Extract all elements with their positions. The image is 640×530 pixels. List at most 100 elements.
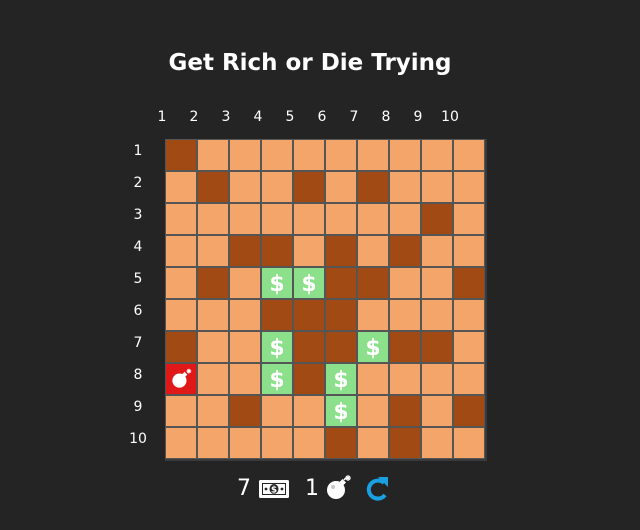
- board-cell-4-1[interactable]: [165, 235, 197, 267]
- board-cell-1-2[interactable]: [197, 139, 229, 171]
- row-label: 10: [129, 431, 147, 447]
- column-label: 3: [221, 109, 231, 125]
- board-cell-10-1[interactable]: [165, 427, 197, 459]
- banknote-icon: $: [258, 479, 290, 499]
- board-cell-7-10[interactable]: [453, 331, 485, 363]
- board-cell-10-9[interactable]: [421, 427, 453, 459]
- column-label: 6: [317, 109, 327, 125]
- restart-icon[interactable]: [364, 475, 390, 503]
- column-label: 10: [441, 109, 459, 125]
- board-cell-5-2: [197, 267, 229, 299]
- board-cell-9-5[interactable]: [293, 395, 325, 427]
- board-cell-3-2[interactable]: [197, 203, 229, 235]
- board-cell-1-8[interactable]: [389, 139, 421, 171]
- column-label: 5: [285, 109, 295, 125]
- board-cell-5-3[interactable]: [229, 267, 261, 299]
- board-cell-2-4[interactable]: [261, 171, 293, 203]
- board-cell-2-1[interactable]: [165, 171, 197, 203]
- board-cell-10-4[interactable]: [261, 427, 293, 459]
- board-cell-8-6: $: [325, 363, 357, 395]
- board-cell-3-6[interactable]: [325, 203, 357, 235]
- board-cell-1-6[interactable]: [325, 139, 357, 171]
- board-cell-5-7: [357, 267, 389, 299]
- board-cell-1-7[interactable]: [357, 139, 389, 171]
- board-cell-5-10: [453, 267, 485, 299]
- board-cell-8-8[interactable]: [389, 363, 421, 395]
- board-cell-6-10[interactable]: [453, 299, 485, 331]
- board-cell-1-4[interactable]: [261, 139, 293, 171]
- board-cell-2-9[interactable]: [421, 171, 453, 203]
- board-cell-6-8[interactable]: [389, 299, 421, 331]
- board-cell-1-9[interactable]: [421, 139, 453, 171]
- board-cell-9-7[interactable]: [357, 395, 389, 427]
- board-cell-3-1[interactable]: [165, 203, 197, 235]
- board-cell-3-10[interactable]: [453, 203, 485, 235]
- board-cell-6-7[interactable]: [357, 299, 389, 331]
- board-cell-3-3[interactable]: [229, 203, 261, 235]
- game-app: Get Rich or Die Trying 1 2 3 4 5 6 7 8 9 10 1 2 3 4 5…: [0, 0, 640, 530]
- dollar-icon: $: [267, 271, 287, 295]
- board-cell-8-7[interactable]: [357, 363, 389, 395]
- board-cell-7-5: [293, 331, 325, 363]
- board-cell-8-3[interactable]: [229, 363, 261, 395]
- board-cell-3-5[interactable]: [293, 203, 325, 235]
- row-label: 7: [133, 335, 143, 351]
- board-cell-2-3[interactable]: [229, 171, 261, 203]
- board-cell-8-9[interactable]: [421, 363, 453, 395]
- dollar-icon: $: [267, 335, 287, 359]
- svg-text:$: $: [269, 272, 284, 295]
- dollar-icon: $: [363, 335, 383, 359]
- board-cell-10-3[interactable]: [229, 427, 261, 459]
- board-cell-7-6: [325, 331, 357, 363]
- board-cell-7-2[interactable]: [197, 331, 229, 363]
- board-cell-10-10[interactable]: [453, 427, 485, 459]
- board-cell-3-9: [421, 203, 453, 235]
- board-cell-6-2[interactable]: [197, 299, 229, 331]
- board-cell-9-3: [229, 395, 261, 427]
- board-cell-4-5[interactable]: [293, 235, 325, 267]
- board-cell-9-8: [389, 395, 421, 427]
- board-cell-4-8: [389, 235, 421, 267]
- board-cell-10-2[interactable]: [197, 427, 229, 459]
- board-cell-2-10[interactable]: [453, 171, 485, 203]
- board-cell-1-10[interactable]: [453, 139, 485, 171]
- board-cell-2-2: [197, 171, 229, 203]
- row-label: 5: [133, 271, 143, 287]
- board-cell-4-9[interactable]: [421, 235, 453, 267]
- board-cell-2-7: [357, 171, 389, 203]
- board-cell-5-1[interactable]: [165, 267, 197, 299]
- board-cell-8-10[interactable]: [453, 363, 485, 395]
- board-cell-5-5: $: [293, 267, 325, 299]
- board-cell-6-1[interactable]: [165, 299, 197, 331]
- board-cell-10-7[interactable]: [357, 427, 389, 459]
- column-label: 4: [253, 109, 263, 125]
- board-cell-9-4[interactable]: [261, 395, 293, 427]
- board-cell-5-8[interactable]: [389, 267, 421, 299]
- board-cell-3-8[interactable]: [389, 203, 421, 235]
- board-cell-4-7[interactable]: [357, 235, 389, 267]
- board-cell-3-7[interactable]: [357, 203, 389, 235]
- board-cell-1-3[interactable]: [229, 139, 261, 171]
- board-cell-6-9[interactable]: [421, 299, 453, 331]
- board-cell-2-6[interactable]: [325, 171, 357, 203]
- board-cell-6-3[interactable]: [229, 299, 261, 331]
- board-cell-7-3[interactable]: [229, 331, 261, 363]
- svg-text:$: $: [333, 368, 348, 391]
- row-label: 8: [133, 367, 143, 383]
- board-cell-2-8[interactable]: [389, 171, 421, 203]
- board-cell-9-9[interactable]: [421, 395, 453, 427]
- board-cell-3-4[interactable]: [261, 203, 293, 235]
- board-cell-4-4: [261, 235, 293, 267]
- svg-text:$: $: [269, 336, 284, 359]
- board-cell-9-1[interactable]: [165, 395, 197, 427]
- dollar-icon: $: [331, 367, 351, 391]
- board-cell-4-10[interactable]: [453, 235, 485, 267]
- board-cell-5-9[interactable]: [421, 267, 453, 299]
- board-cell-9-10: [453, 395, 485, 427]
- board-cell-10-8: [389, 427, 421, 459]
- board-cell-4-2[interactable]: [197, 235, 229, 267]
- board-cell-10-5[interactable]: [293, 427, 325, 459]
- board-cell-1-5[interactable]: [293, 139, 325, 171]
- board-cell-8-2[interactable]: [197, 363, 229, 395]
- board-cell-9-2[interactable]: [197, 395, 229, 427]
